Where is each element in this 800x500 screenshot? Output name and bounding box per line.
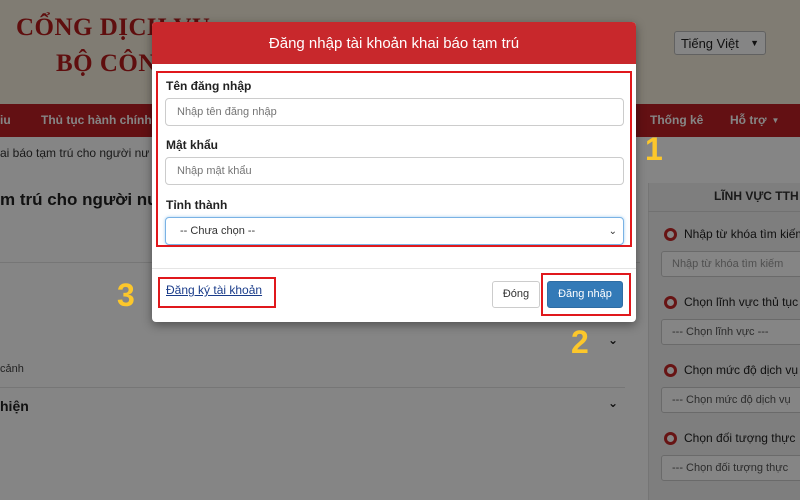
annotation-number-1: 1 <box>645 131 663 167</box>
modal-title: Đăng nhập tài khoản khai báo tạm trú <box>152 22 636 64</box>
close-button[interactable]: Đóng <box>492 281 540 308</box>
annotation-box-register <box>158 277 276 308</box>
annotation-number-2: 2 <box>571 324 589 360</box>
modal-footer-divider <box>152 268 636 269</box>
annotation-box-login <box>541 273 631 316</box>
annotation-box-form <box>156 71 632 247</box>
annotation-number-3: 3 <box>117 277 135 313</box>
